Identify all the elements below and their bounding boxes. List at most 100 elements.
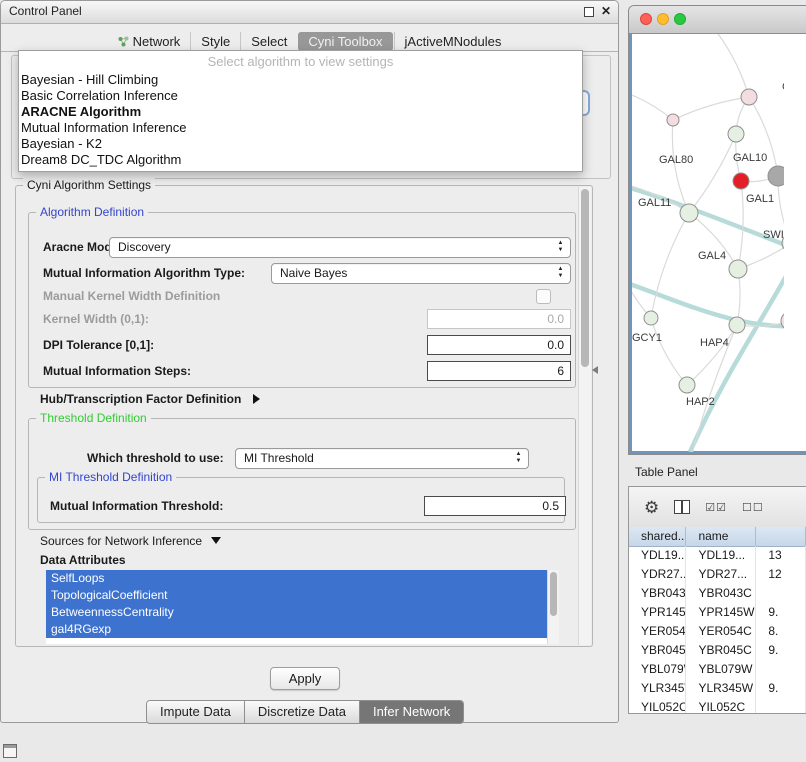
column-header[interactable]: name [686, 527, 756, 546]
table-cell: YPR145W [629, 603, 686, 622]
column-header[interactable] [756, 527, 806, 546]
columns-icon[interactable] [674, 500, 690, 514]
table-row[interactable]: YER054CYER054C8. [629, 622, 806, 641]
close-traffic-light-icon[interactable] [640, 13, 652, 25]
table-row[interactable]: YIL052CYIL052C [629, 698, 806, 713]
dropdown-item[interactable]: Bayesian - Hill Climbing [19, 72, 582, 88]
close-icon[interactable]: ✕ [601, 4, 611, 18]
table-toolbar: ⚙ ☑☑ ☐☐ [629, 487, 806, 528]
edge[interactable] [651, 318, 687, 385]
kernel-width-field[interactable]: 0.0 [427, 309, 571, 329]
column-header[interactable]: shared... [629, 527, 686, 546]
edge[interactable] [673, 97, 749, 120]
table-cell: 9. [756, 641, 806, 660]
network-graph[interactable]: GALGAL80GAL10GAL11GAL1SWI4GAL4GCY1HAP4HA… [632, 34, 784, 452]
combo-arrows-icon: ▲▼ [514, 451, 523, 465]
dpi-tolerance-field[interactable]: 0.0 [427, 335, 571, 355]
edge[interactable] [749, 97, 778, 176]
node[interactable] [733, 173, 749, 189]
edge[interactable] [689, 134, 736, 213]
node[interactable] [729, 317, 745, 333]
attributes-scrollbar[interactable] [547, 570, 559, 644]
gear-icon[interactable]: ⚙ [644, 499, 659, 516]
tab-label: Style [201, 34, 230, 49]
hub-section-toggle[interactable]: Hub/Transcription Factor Definition [40, 392, 260, 406]
node[interactable] [729, 260, 747, 278]
network-canvas[interactable]: GALGAL80GAL10GAL11GAL1SWI4GAL4GCY1HAP4HA… [629, 33, 806, 454]
tab-style[interactable]: Style [190, 32, 240, 51]
table-cell: YLR345W [686, 679, 756, 698]
minimized-panel-icon[interactable] [3, 744, 17, 758]
unchecked-boxes-icon[interactable]: ☐☐ [742, 501, 764, 514]
splitter-collapse-icon[interactable] [592, 366, 598, 374]
dropdown-item[interactable]: Mutual Information Inference [19, 120, 582, 136]
table-cell: YBL079W [686, 660, 756, 679]
tab-discretize-data[interactable]: Discretize Data [244, 701, 359, 723]
apply-button[interactable]: Apply [270, 667, 340, 690]
table-body: YDL19...YDL19...13YDR27...YDR27...12YBR0… [629, 546, 806, 713]
scrollbar-thumb[interactable] [550, 572, 557, 616]
table-cell: YIL052C [629, 698, 686, 713]
node[interactable] [768, 166, 784, 186]
node[interactable] [679, 377, 695, 393]
tab-network[interactable]: Network [108, 32, 191, 51]
tab-cyni-toolbox[interactable]: Cyni Toolbox [298, 32, 392, 51]
aracne-mode-select[interactable]: Discovery ▲▼ [109, 237, 571, 258]
manual-kernel-label: Manual Kernel Width Definition [43, 286, 220, 306]
table-row[interactable]: YBR043CYBR043C [629, 584, 806, 603]
table-cell [756, 584, 806, 603]
edge[interactable] [672, 120, 689, 213]
network-window-titlebar[interactable] [629, 6, 806, 34]
cyni-settings-title: Cyni Algorithm Settings [23, 178, 155, 193]
edge[interactable] [712, 34, 749, 97]
table-row[interactable]: YPR145WYPR145W9. [629, 603, 806, 622]
node[interactable] [680, 204, 698, 222]
dropdown-item[interactable]: ARACNE Algorithm [19, 104, 582, 120]
scrollbar-thumb[interactable] [581, 189, 589, 367]
table-row[interactable]: YBL079WYBL079W [629, 660, 806, 679]
mi-threshold-group-title: MI Threshold Definition [45, 470, 176, 485]
table-row[interactable]: YBR045CYBR045C9. [629, 641, 806, 660]
algorithm-definition-title: Algorithm Definition [36, 205, 148, 220]
collapsed-arrow-icon [253, 394, 260, 404]
mi-steps-field[interactable]: 6 [427, 361, 571, 381]
thick-edge[interactable] [690, 254, 784, 452]
attribute-item[interactable]: BetweennessCentrality [46, 604, 547, 621]
node[interactable] [728, 126, 744, 142]
tab-jactivemnodules[interactable]: jActiveMNodules [394, 32, 512, 51]
dropdown-item[interactable]: Bayesian - K2 [19, 136, 582, 152]
edge[interactable] [632, 92, 673, 120]
tab-impute-data[interactable]: Impute Data [147, 701, 244, 723]
minimize-traffic-light-icon[interactable] [657, 13, 669, 25]
table-cell: YER054C [686, 622, 756, 641]
mi-threshold-field[interactable]: 0.5 [424, 496, 566, 516]
node[interactable] [741, 89, 757, 105]
zoom-traffic-light-icon[interactable] [674, 13, 686, 25]
table-row[interactable]: YDL19...YDL19...13 [629, 546, 806, 565]
manual-kernel-checkbox[interactable] [536, 289, 551, 304]
tab-infer-network[interactable]: Infer Network [359, 701, 463, 723]
control-panel-titlebar[interactable]: Control Panel ✕ [1, 1, 618, 24]
attribute-item[interactable]: TopologicalCoefficient [46, 587, 547, 604]
settings-scrollbar[interactable] [578, 187, 591, 645]
dropdown-item[interactable]: Dream8 DC_TDC Algorithm [19, 152, 582, 168]
table-cell: YBR045C [686, 641, 756, 660]
tab-select[interactable]: Select [240, 32, 297, 51]
node[interactable] [644, 311, 658, 325]
kernel-width-label: Kernel Width (0,1): [43, 309, 149, 329]
table-cell: YDR27... [686, 565, 756, 584]
float-window-icon[interactable] [584, 7, 594, 17]
table-row[interactable]: YDR27...YDR27...12 [629, 565, 806, 584]
node[interactable] [667, 114, 679, 126]
attribute-item[interactable]: SelfLoops [46, 570, 547, 587]
which-threshold-select[interactable]: MI Threshold ▲▼ [235, 448, 529, 469]
table-cell: 12 [756, 565, 806, 584]
table-row[interactable]: YLR345WYLR345W9. [629, 679, 806, 698]
attribute-item[interactable]: gal4RGexp [46, 621, 547, 638]
dropdown-item[interactable]: Basic Correlation Inference [19, 88, 582, 104]
mi-type-select[interactable]: Naive Bayes ▲▼ [271, 263, 571, 284]
checked-boxes-icon[interactable]: ☑☑ [705, 501, 727, 514]
mi-threshold-group: MI Threshold Definition Mutual Informati… [37, 477, 565, 523]
sources-section-toggle[interactable]: Sources for Network Inference [40, 534, 221, 548]
tab-label: Cyni Toolbox [308, 34, 382, 49]
